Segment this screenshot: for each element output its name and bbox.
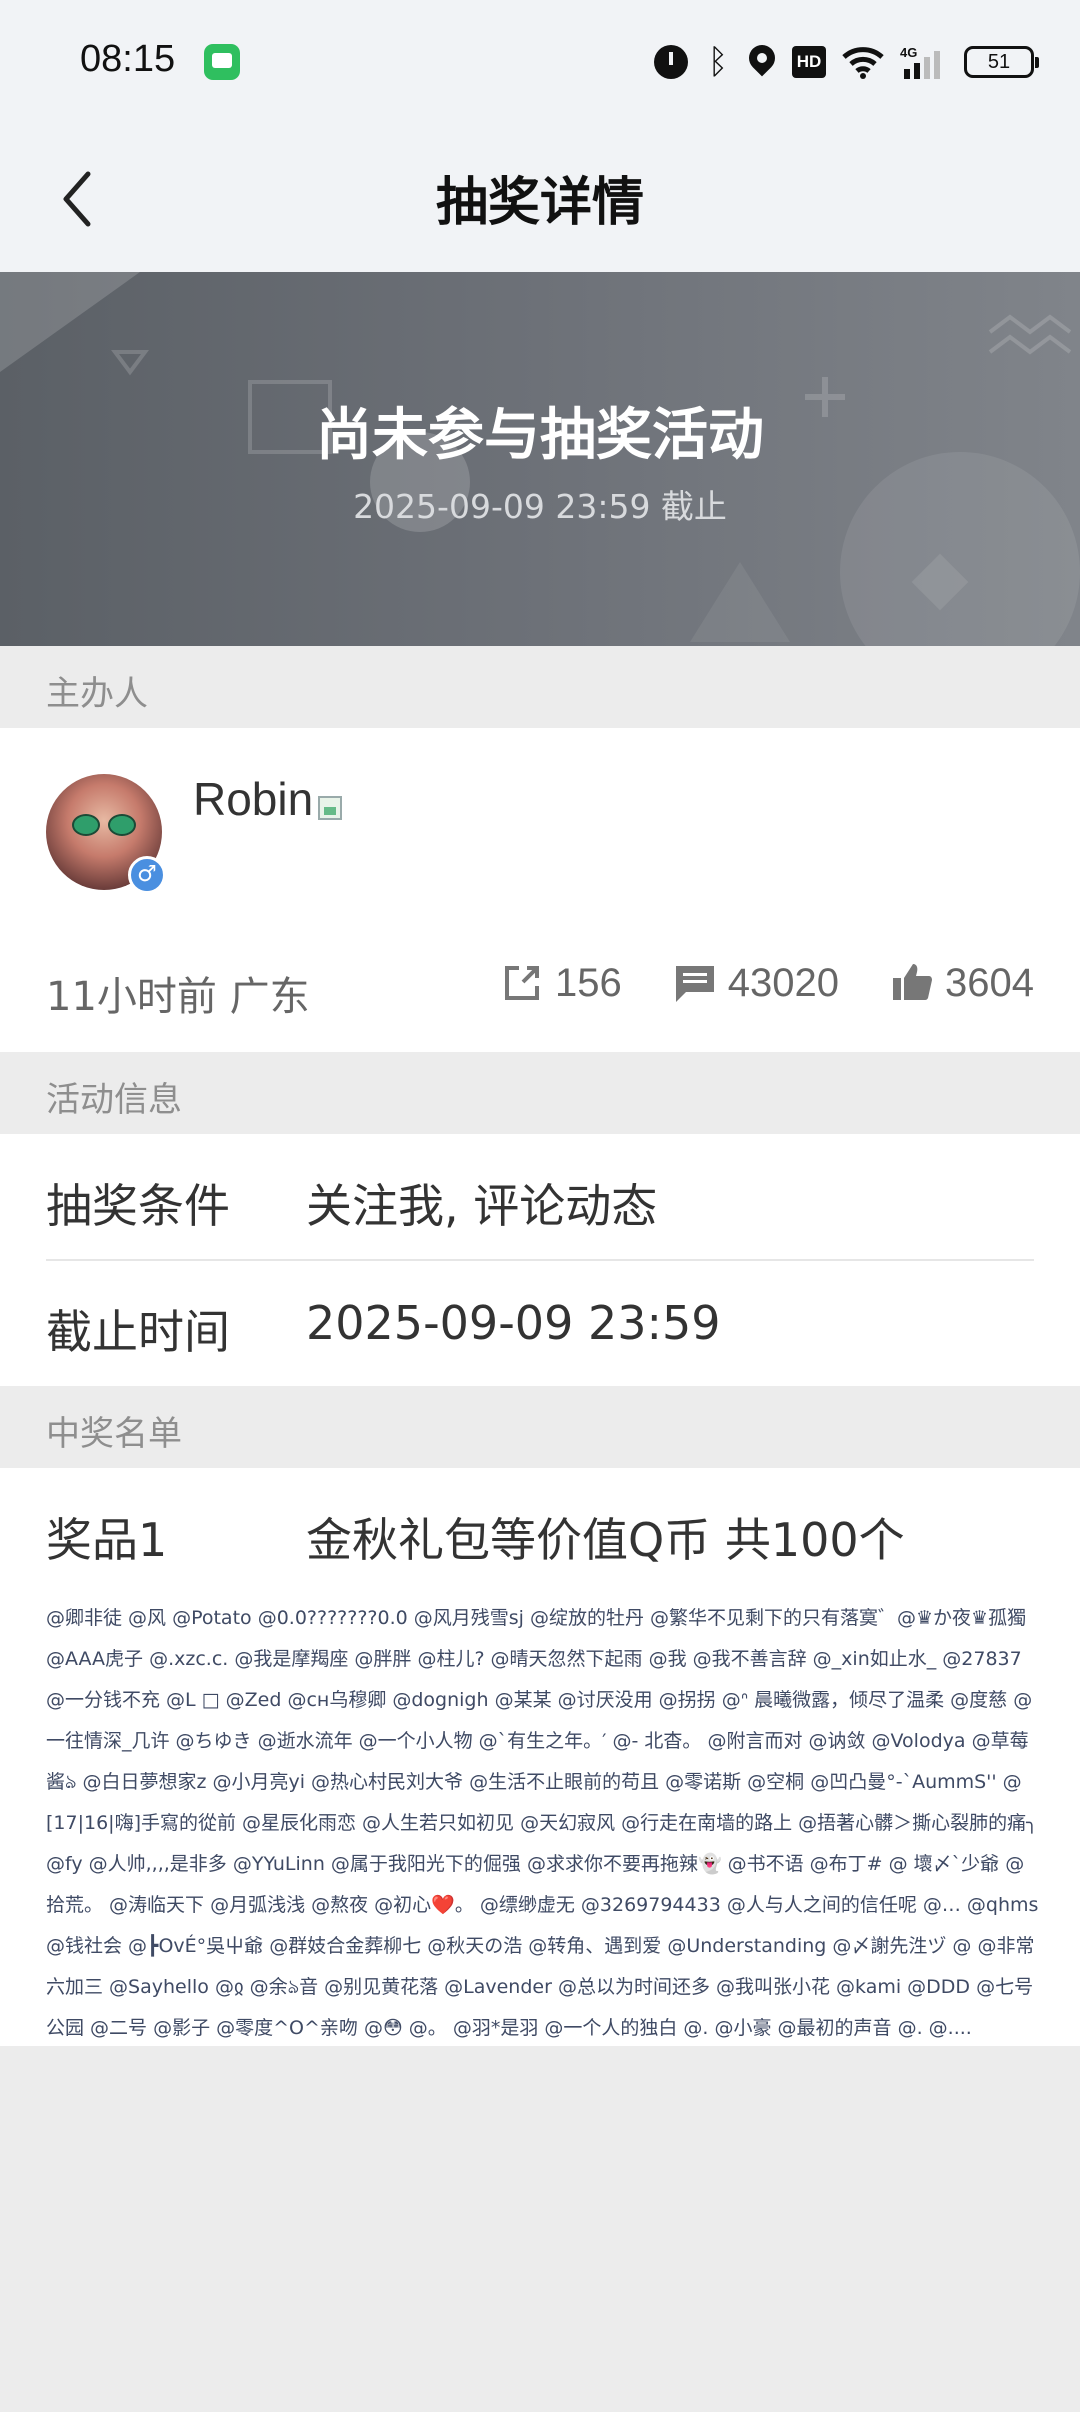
prize-row: 奖品1 金秋礼包等价值Q币 共100个 (46, 1468, 1034, 1594)
activity-section-header: 活动信息 (0, 1052, 1080, 1134)
share-stat[interactable]: 156 (499, 960, 622, 1006)
alarm-icon (654, 45, 688, 79)
condition-row: 抽奖条件 关注我, 评论动态 (46, 1134, 1034, 1260)
activity-info-card: 抽奖条件 关注我, 评论动态 截止时间 2025-09-09 23:59 (0, 1134, 1080, 1386)
page-background (0, 2046, 1080, 2412)
condition-value: 关注我, 评论动态 (306, 1179, 658, 1233)
like-stat[interactable]: 3604 (889, 960, 1034, 1006)
activity-section-label: 活动信息 (46, 1080, 182, 1120)
winners-card: 奖品1 金秋礼包等价值Q币 共100个 @卿非徒 @风 @Potato @0.0… (0, 1468, 1080, 2046)
prize-value: 金秋礼包等价值Q币 共100个 (306, 1513, 905, 1567)
battery-icon: 51 (964, 46, 1039, 78)
comment-stat[interactable]: 43020 (672, 960, 839, 1006)
thumbs-up-icon (893, 964, 933, 1000)
app-header: 抽奖详情 (0, 124, 1080, 272)
deadline-text: 2025-09-09 23:59 截止 (353, 487, 727, 526)
winners-section-label: 中奖名单 (46, 1414, 182, 1454)
organizer-section-header: 主办人 (0, 646, 1080, 728)
like-count: 3604 (945, 960, 1034, 1005)
condition-label: 抽奖条件 (46, 1179, 230, 1233)
comment-icon (675, 966, 714, 1002)
deadline-row: 截止时间 2025-09-09 23:59 (46, 1260, 1034, 1386)
cellular-signal-icon: 4G (900, 45, 948, 79)
post-time-location: 11小时前 广东 (46, 974, 310, 1020)
comment-count: 43020 (727, 960, 840, 1005)
deadline-value: 2025-09-09 23:59 (306, 1296, 721, 1350)
network-type-label: 4G (900, 45, 917, 60)
share-icon (505, 966, 540, 1000)
page-title: 抽奖详情 (435, 173, 644, 233)
hd-icon: HD (792, 46, 826, 78)
lottery-status-banner: 尚未参与抽奖活动 2025-09-09 23:59 截止 (0, 272, 1080, 646)
share-count: 156 (555, 960, 622, 1005)
message-app-icon (204, 44, 240, 80)
bluetooth-icon: ᛒ (707, 42, 729, 82)
prize-label: 奖品1 (46, 1513, 168, 1567)
winner-mentions-list: @卿非徒 @风 @Potato @0.0???????0.0 @风月残雪sj @… (46, 1607, 1039, 2039)
status-bar: 08:15 ᛒ HD 4G 51 (0, 0, 1080, 124)
organizer-card: ♂ Robin 11小时前 广东 156 43020 3604 (0, 728, 1080, 1052)
status-icons: ᛒ HD 4G 51 (654, 40, 1039, 84)
broken-image-icon (318, 796, 342, 820)
winners-section-header: 中奖名单 (0, 1386, 1080, 1468)
organizer-name[interactable]: Robin (193, 772, 313, 826)
participation-status: 尚未参与抽奖活动 (316, 403, 764, 468)
wifi-icon (842, 45, 884, 79)
status-time: 08:15 (80, 38, 176, 80)
post-stats: 156 43020 3604 (499, 960, 1034, 1006)
organizer-section-label: 主办人 (46, 674, 148, 714)
location-icon (748, 45, 776, 79)
avatar-glasses (72, 814, 136, 836)
male-gender-icon: ♂ (128, 856, 166, 894)
deadline-label: 截止时间 (46, 1305, 230, 1359)
